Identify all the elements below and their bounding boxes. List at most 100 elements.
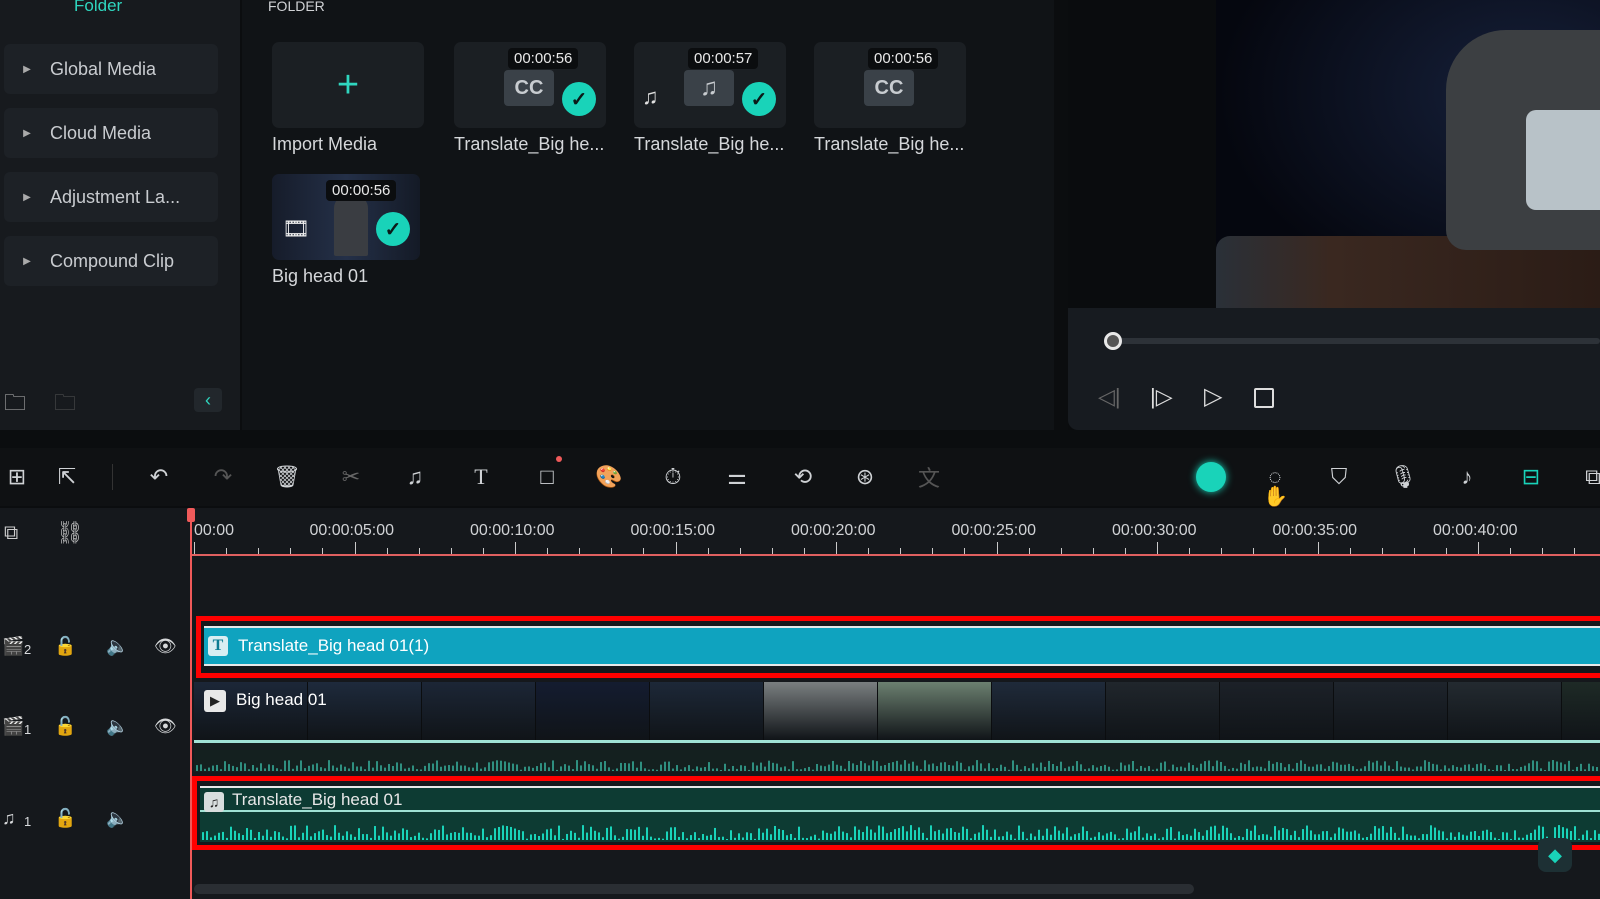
waveform-bar	[1080, 764, 1082, 771]
translate-icon[interactable]: 文	[912, 460, 946, 494]
next-frame-icon[interactable]: |▷	[1150, 384, 1173, 410]
speed-timer-icon[interactable]: ⏱	[656, 460, 690, 494]
media-item-subtitle[interactable]: 00:00:56 CC ✓ Translate_Big he...	[454, 42, 606, 155]
cut-icon[interactable]: ✂	[334, 460, 368, 494]
lock-icon[interactable]: 🔓	[54, 808, 76, 829]
snap-icon[interactable]: ⊟	[1514, 460, 1548, 494]
waveform-bar	[572, 769, 574, 771]
waveform-bar	[1370, 833, 1372, 840]
waveform-bar	[1510, 838, 1512, 840]
seek-handle[interactable]	[1104, 332, 1122, 350]
waveform-bar	[1296, 762, 1298, 771]
sidebar-item-global-media[interactable]: ▶ Global Media	[4, 44, 218, 94]
audio-icon[interactable]: ♫	[398, 460, 432, 494]
timeline-ruler[interactable]	[190, 508, 1600, 558]
subtitle-cc-icon: CC	[864, 70, 914, 106]
waveform-bar	[438, 829, 440, 840]
track-number: 1	[24, 722, 32, 737]
adjust-icon[interactable]: ⚌	[720, 460, 754, 494]
waveform-bar	[620, 762, 622, 771]
audio-clip[interactable]: ♫ Translate_Big head 01	[200, 786, 1600, 842]
undo-icon[interactable]: ↶	[142, 460, 176, 494]
waveform-bar	[1226, 827, 1228, 840]
new-folder-icon[interactable]: 🗀	[4, 386, 26, 424]
delete-icon[interactable]: 🗑	[270, 460, 304, 494]
stop-icon[interactable]	[1254, 388, 1274, 408]
seek-bar[interactable]	[1104, 338, 1600, 344]
waveform-bar	[402, 828, 404, 840]
waveform-bar	[720, 769, 722, 771]
speaker-icon[interactable]: 🔈	[106, 716, 128, 737]
speaker-icon[interactable]: 🔈	[106, 636, 128, 657]
waveform-bar	[852, 763, 854, 771]
microphone-icon[interactable]: 🎙	[1386, 460, 1420, 494]
waveform-bar	[1086, 831, 1088, 840]
import-media-tile[interactable]: + Import Media	[272, 42, 424, 155]
waveform-bar	[1366, 837, 1368, 840]
speech-to-text-icon[interactable]: ⟲	[786, 460, 820, 494]
waveform-bar	[1186, 834, 1188, 840]
waveform-bar	[506, 826, 508, 840]
media-item-subtitle[interactable]: 00:00:56 CC Translate_Big he...	[814, 42, 966, 155]
pip-icon[interactable]: ⧉	[1576, 460, 1600, 494]
audio-waveform	[202, 825, 1600, 840]
waveform-bar	[788, 769, 790, 771]
color-palette-icon[interactable]: 🎨	[592, 460, 626, 494]
waveform-bar	[238, 833, 240, 840]
waveform-bar	[1592, 766, 1594, 771]
waveform-bar	[748, 769, 750, 771]
playhead-handle[interactable]	[187, 508, 195, 522]
lock-icon[interactable]: 🔓	[54, 716, 76, 737]
sidebar-item-cloud-media[interactable]: ▶ Cloud Media	[4, 108, 218, 158]
collapse-sidebar-button[interactable]: ‹	[194, 388, 222, 412]
waveform-bar	[780, 767, 782, 771]
waveform-bar	[1560, 762, 1562, 771]
play-icon[interactable]: ▷	[1204, 382, 1222, 411]
waveform-bar	[358, 828, 360, 840]
waveform-bar	[550, 828, 552, 840]
layout-icon[interactable]: ⊞	[0, 460, 34, 494]
previous-frame-icon[interactable]: ◁|	[1098, 384, 1121, 410]
add-track-icon[interactable]: ⧉	[4, 522, 18, 545]
media-item-audio[interactable]: 00:00:57 ♫ ♫ ✓ Translate_Big he...	[634, 42, 786, 155]
text-icon[interactable]: T	[464, 460, 498, 494]
eye-icon[interactable]: 👁	[154, 716, 177, 737]
waveform-bar	[574, 832, 576, 840]
subtitle-clip[interactable]: T Translate_Big head 01(1)	[204, 626, 1600, 666]
text-to-speech-icon[interactable]: ⊛	[848, 460, 882, 494]
crop-icon[interactable]: □	[530, 460, 564, 494]
volume-line[interactable]	[200, 810, 1600, 812]
video-clip[interactable]: ▶ Big head 01	[194, 682, 1600, 740]
waveform-bar	[344, 766, 346, 771]
waveform-bar	[1182, 835, 1184, 840]
waveform-bar	[1514, 830, 1516, 840]
waveform-bar	[1582, 834, 1584, 840]
marker-icon[interactable]: ⛉	[1322, 460, 1356, 494]
redo-icon[interactable]: ↷	[206, 460, 240, 494]
ai-copilot-icon[interactable]	[1196, 462, 1226, 492]
waveform-bar	[1354, 830, 1356, 840]
horizontal-scrollbar[interactable]	[194, 884, 1194, 894]
waveform-bar	[582, 825, 584, 840]
delete-folder-icon[interactable]: 🗀	[54, 386, 76, 424]
media-item-video[interactable]: 00:00:56 🎞 ✓ Big head 01	[272, 174, 420, 287]
ai-assistant-icon[interactable]: ◆	[1538, 838, 1572, 872]
speaker-icon[interactable]: 🔈	[106, 808, 128, 829]
waveform-bar	[1132, 760, 1134, 771]
select-tool-icon[interactable]: ⇱	[50, 460, 84, 494]
waveform-bar	[946, 828, 948, 840]
waveform-bar	[1178, 831, 1180, 840]
eye-icon[interactable]: 👁	[154, 636, 177, 657]
unlink-icon[interactable]: ⛓	[56, 520, 84, 546]
music-list-icon[interactable]: ♪	[1450, 460, 1484, 494]
waveform-bar	[1584, 769, 1586, 771]
ruler-time-label: 00:00:10:00	[470, 522, 555, 539]
waveform-bar	[916, 765, 918, 771]
sidebar-item-adjustment-layer[interactable]: ▶ Adjustment La...	[4, 172, 218, 222]
waveform-bar	[446, 834, 448, 840]
sidebar-item-compound-clip[interactable]: ▶ Compound Clip	[4, 236, 218, 286]
waveform-bar	[328, 760, 330, 771]
lock-icon[interactable]: 🔓	[54, 636, 76, 657]
waveform-bar	[1302, 829, 1304, 840]
waveform-bar	[922, 832, 924, 840]
